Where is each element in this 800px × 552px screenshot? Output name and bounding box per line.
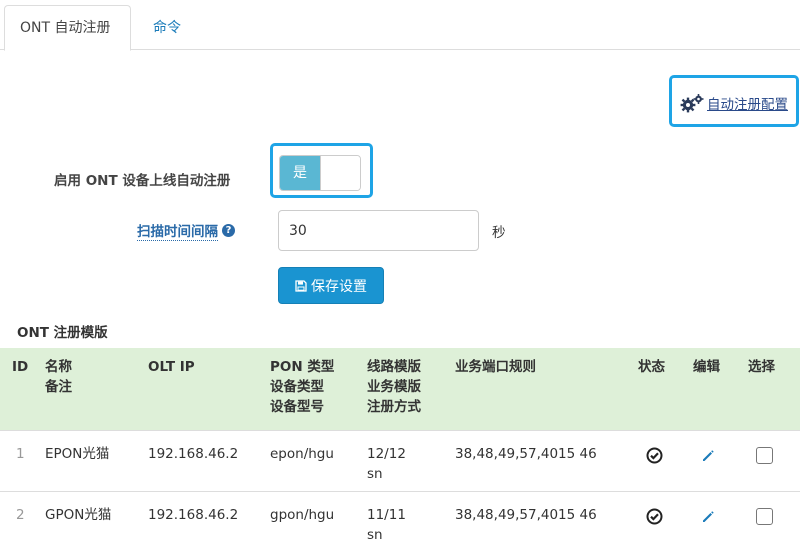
table-row: 2 GPON光猫 192.168.46.2 gpon/hgu 11/11 sn … [0,490,800,552]
tab-commands[interactable]: 命令 [137,5,197,51]
enable-auto-register-toggle[interactable]: 是 [279,155,361,191]
column-header-pon: PON 类型 设备类型 设备型号 [270,359,335,415]
row-name: EPON光猫 [37,429,140,491]
scan-interval-label: 扫描时间间隔 ? [137,220,235,241]
tab-bar: ONT 自动注册 命令 [0,0,800,51]
row-checkbox[interactable] [756,507,773,525]
column-header-edit: 编辑 [693,359,720,375]
row-id: 2 [0,490,37,552]
scan-interval-label-text: 扫描时间间隔 [137,220,218,241]
check-circle-icon [646,447,663,463]
pencil-icon[interactable] [701,510,715,524]
interval-unit: 秒 [492,225,506,241]
auto-register-config-link[interactable]: 自动注册配置 [680,92,788,114]
table-header-row: ID 名称 备注 OLT IP PON 类型 设备类型 设备型号 线路模版 业务… [0,348,800,430]
column-header-ports: 业务端口规则 [455,359,536,375]
row-select [740,429,800,491]
column-header-line: 线路模版 业务模版 注册方式 [367,359,421,415]
row-checkbox[interactable] [756,446,773,464]
enable-auto-register-label: 启用 ONT 设备上线自动注册 [54,173,231,189]
column-header-olt-ip: OLT IP [148,359,195,375]
row-line: 11/11 sn [359,490,447,552]
row-olt-ip: 192.168.46.2 [140,490,262,552]
row-status [630,490,685,552]
row-ports: 38,48,49,57,4015 46 [447,429,630,491]
toggle-on-label: 是 [280,156,320,190]
column-header-id: ID [12,359,29,375]
tab-ont-auto-register[interactable]: ONT 自动注册 [4,5,131,51]
help-icon[interactable]: ? [222,224,235,237]
column-header-name: 名称 备注 [45,359,72,395]
row-ports: 38,48,49,57,4015 46 [447,490,630,552]
row-status [630,429,685,491]
row-line: 12/12 sn [359,429,447,491]
save-settings-label: 保存设置 [311,278,367,295]
pencil-icon[interactable] [701,449,715,463]
toggle-handle[interactable] [320,156,360,190]
row-edit [685,429,740,491]
column-header-status: 状态 [638,359,665,375]
auto-register-config-label: 自动注册配置 [707,97,788,113]
column-header-select: 选择 [748,359,775,375]
gears-icon [680,94,704,113]
ont-template-table: ID 名称 备注 OLT IP PON 类型 设备类型 设备型号 线路模版 业务… [0,348,800,552]
row-name: GPON光猫 [37,490,140,552]
row-edit [685,490,740,552]
check-circle-icon [646,508,663,524]
row-pon: epon/hgu [262,429,359,491]
row-select [740,490,800,552]
row-id: 1 [0,429,37,491]
floppy-disk-icon [295,279,307,292]
row-olt-ip: 192.168.46.2 [140,429,262,491]
scan-interval-input[interactable] [278,210,479,251]
table-row: 1 EPON光猫 192.168.46.2 epon/hgu 12/12 sn … [0,429,800,491]
section-title: ONT 注册模版 [17,325,108,341]
row-pon: gpon/hgu [262,490,359,552]
save-settings-button[interactable]: 保存设置 [278,267,384,304]
